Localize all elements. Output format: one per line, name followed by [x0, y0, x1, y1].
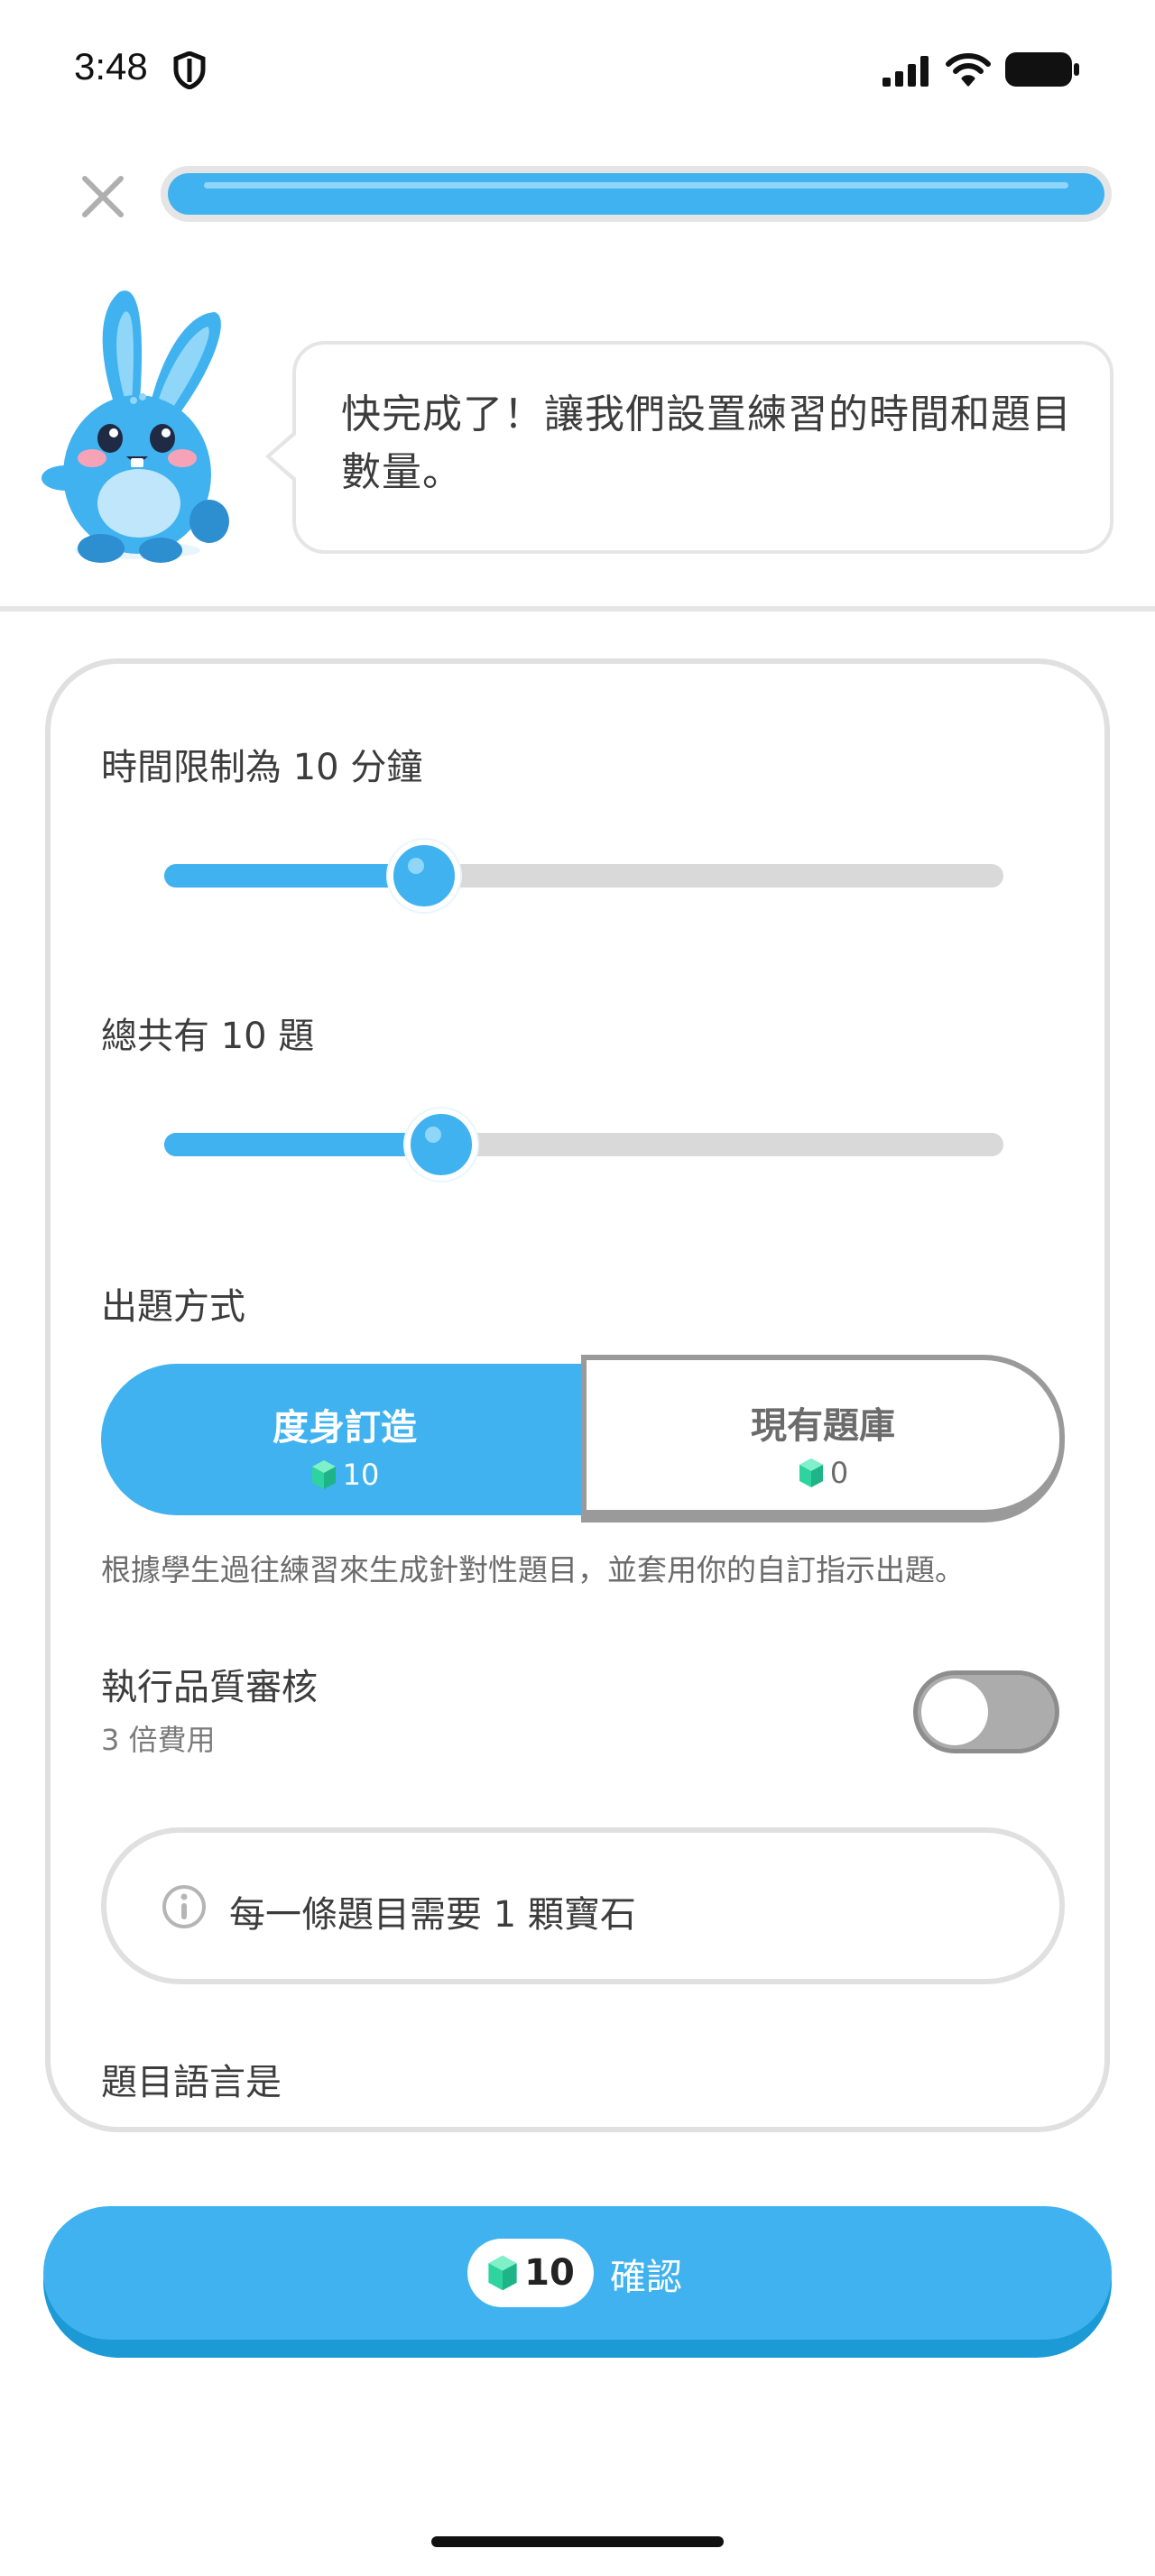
language-label: 題目語言是	[101, 2062, 282, 2103]
info-text: 每一條題目需要 1 顆寶石	[229, 1894, 636, 1936]
close-icon[interactable]	[79, 173, 126, 220]
confirm-button[interactable]: 10 確認	[43, 2206, 1112, 2358]
progress-shine	[204, 182, 1068, 189]
battery-icon	[1005, 52, 1079, 87]
bubble-message: 快完成了！讓我們設置練習的時間和題目數量。	[341, 391, 1072, 495]
mode-option-custom-cost-value: 10	[342, 1458, 380, 1492]
info-box: 每一條題目需要 1 顆寶石	[101, 1827, 1065, 1984]
question-count-slider[interactable]	[164, 1109, 1003, 1181]
bunny-mascot-icon	[42, 290, 229, 563]
mode-heading: 出題方式	[101, 1286, 245, 1328]
question-count-slider-fill	[164, 1133, 441, 1156]
gem-icon	[799, 1458, 823, 1487]
quality-check-title: 執行品質審核	[101, 1667, 318, 1708]
question-count-label: 總共有 10 題	[101, 1016, 315, 1057]
settings-card: 時間限制為 10 分鐘 總共有 10 題 出題方式 度身訂造 10 現有題庫 0…	[45, 658, 1110, 2132]
signal-icon	[882, 56, 929, 87]
mode-segmented-control: 度身訂造 10 現有題庫 0	[101, 1355, 1065, 1523]
mode-option-bank[interactable]: 現有題庫 0	[581, 1355, 1065, 1523]
speech-bubble-tail	[265, 429, 296, 483]
section-divider	[0, 606, 1155, 612]
gem-icon	[488, 2255, 517, 2291]
time-limit-slider[interactable]	[164, 840, 1003, 912]
lesson-progress-bar	[161, 166, 1112, 222]
time-limit-slider-thumb[interactable]	[388, 840, 460, 912]
mode-option-custom-cost: 10	[310, 1458, 380, 1492]
confirm-cost-pill: 10	[467, 2239, 594, 2307]
mode-option-bank-label: 現有題庫	[751, 1405, 895, 1447]
progress-fill	[168, 173, 1104, 215]
mode-description: 根據學生過往練習來生成針對性題目，並套用你的自訂指示出題。	[101, 1552, 965, 1587]
quality-check-subtitle: 3 倍費用	[101, 1723, 216, 1757]
info-icon	[162, 1885, 206, 1928]
mode-option-custom[interactable]: 度身訂造 10	[101, 1364, 588, 1515]
mode-option-bank-cost-value: 0	[829, 1456, 849, 1490]
status-time: 3:48	[74, 45, 148, 87]
time-limit-label: 時間限制為 10 分鐘	[101, 747, 423, 788]
question-count-slider-thumb[interactable]	[405, 1109, 477, 1181]
mode-option-custom-label: 度身訂造	[273, 1407, 417, 1449]
confirm-button-face: 10 確認	[43, 2206, 1112, 2340]
status-bar: 3:48	[0, 0, 1155, 135]
gem-icon	[311, 1460, 336, 1489]
confirm-label: 確認	[610, 2257, 682, 2298]
home-indicator	[431, 2536, 724, 2547]
toggle-knob	[921, 1679, 988, 1745]
mode-option-bank-cost: 0	[798, 1456, 848, 1490]
time-limit-slider-fill	[164, 864, 424, 888]
quality-check-toggle[interactable]	[913, 1670, 1059, 1753]
wifi-icon	[946, 53, 991, 87]
shield-icon	[173, 51, 206, 89]
speech-bubble: 快完成了！讓我們設置練習的時間和題目數量。	[265, 341, 1113, 554]
confirm-cost-value: 10	[524, 2252, 575, 2294]
